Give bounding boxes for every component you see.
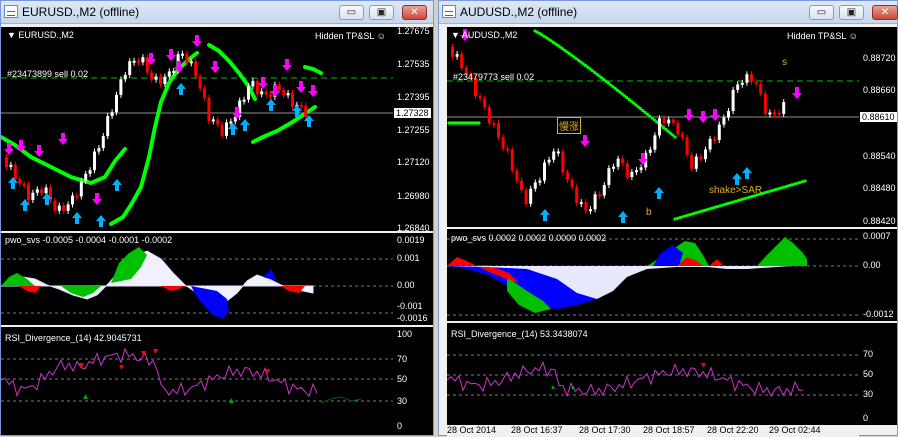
chart-window-icon bbox=[442, 5, 456, 18]
smiley-icon: ☺ bbox=[848, 31, 858, 41]
time-label: 28 Oct 18:57 bbox=[643, 425, 695, 435]
chart-window-icon bbox=[4, 5, 18, 18]
close-button[interactable]: ✕ bbox=[402, 5, 427, 20]
eurusd-rsi-pane[interactable]: RSI_Divergence_(14) 42.9045731 bbox=[1, 327, 393, 435]
eurusd-symbol-label: ▼ EURUSD.,M2 bbox=[7, 30, 74, 40]
rsi-indicator-label: RSI_Divergence_(14) 42.9045731 bbox=[5, 333, 142, 343]
audusd-rsi-pane[interactable]: RSI_Divergence_(14) 53.3438074 bbox=[447, 323, 859, 425]
eurusd-pwo-pane[interactable]: pwo_svs -0.0005 -0.0004 -0.0001 -0.0002 bbox=[1, 233, 393, 325]
current-price-box: 1.27328 bbox=[394, 108, 431, 118]
eurusd-rsi-plot bbox=[1, 347, 393, 404]
order-label: #23473899 sell 0.02 bbox=[7, 69, 89, 79]
rsi-tick: 50 bbox=[863, 369, 874, 379]
time-label: 29 Oct 02:44 bbox=[769, 425, 821, 435]
eurusd-price-plot bbox=[1, 35, 393, 227]
rsi-tick: 70 bbox=[863, 349, 874, 359]
price-tick: 1.26980 bbox=[397, 191, 430, 201]
price-tick: 0.88660 bbox=[863, 85, 896, 95]
rsi-tick: 0 bbox=[863, 413, 869, 423]
order-label: #23479773 sell 0.02 bbox=[453, 72, 535, 82]
smiley-icon: ☺ bbox=[376, 31, 386, 41]
rsi-indicator-label: RSI_Divergence_(14) 53.3438074 bbox=[451, 329, 588, 339]
price-tick: 0.88480 bbox=[863, 183, 896, 193]
current-price-box: 0.88610 bbox=[860, 112, 897, 122]
pwo-tick: -0.0016 bbox=[397, 313, 428, 323]
eurusd-chart-window[interactable]: EURUSD.,M2 (offline) ▭ ▣ ✕ ▼ EURUSD.,M2 … bbox=[0, 0, 434, 436]
price-tick: 1.27120 bbox=[397, 157, 430, 167]
eurusd-rsi-scale: 100 70 50 30 0 bbox=[393, 327, 433, 435]
price-tick: 0.88420 bbox=[863, 216, 896, 226]
rsi-divergence-arrows bbox=[701, 363, 706, 368]
price-tick: 1.26840 bbox=[397, 223, 430, 233]
price-tick: 0.88720 bbox=[863, 53, 896, 63]
pwo-tick: 0.001 bbox=[397, 253, 420, 263]
pwo-up-bars bbox=[1, 247, 147, 297]
minimize-button[interactable]: ▭ bbox=[809, 5, 834, 20]
close-button[interactable]: ✕ bbox=[872, 5, 898, 20]
price-tick: 1.27675 bbox=[397, 26, 430, 36]
audusd-symbol-label: ▼ AUDUSD.,M2 bbox=[451, 30, 518, 40]
audusd-pwo-pane[interactable]: pwo_svs 0.0002 0.0002 0.0000 0.0002 bbox=[447, 229, 859, 321]
audusd-price-scale[interactable]: 0.88720 0.88660 0.88540 0.88480 0.88420 … bbox=[859, 27, 897, 227]
pwo-tick: 0.00 bbox=[397, 280, 415, 290]
rsi-tick: 30 bbox=[863, 389, 874, 399]
time-label: 28 Oct 22:20 bbox=[707, 425, 759, 435]
time-axis[interactable]: 28 Oct 2014 28 Oct 16:37 28 Oct 17:30 28… bbox=[447, 425, 859, 437]
pwo-indicator-label: pwo_svs 0.0002 0.0002 0.0000 0.0002 bbox=[451, 233, 607, 243]
eurusd-price-scale[interactable]: 1.27675 1.27535 1.27395 1.27255 1.27120 … bbox=[393, 26, 433, 233]
audusd-chart-window[interactable]: AUDUSD.,M2 (offline) ▭ ▣ ✕ ▼ AUDUSD.,M2 … bbox=[438, 0, 898, 437]
price-tick: 1.27395 bbox=[397, 92, 430, 102]
audusd-price-plot bbox=[447, 29, 859, 223]
pwo-tick: -0.001 bbox=[397, 301, 423, 311]
eurusd-signal-arrows bbox=[4, 35, 318, 227]
hidden-tp-sl-label: Hidden TP&SL ☺ bbox=[787, 31, 858, 41]
rsi-tick: 0 bbox=[397, 421, 403, 431]
minimize-button[interactable]: ▭ bbox=[339, 5, 364, 20]
rsi-divergence-arrows bbox=[79, 349, 270, 374]
audusd-price-pane[interactable]: ▼ AUDUSD.,M2 Hidden TP&SL ☺ #23479773 se… bbox=[447, 27, 859, 227]
pwo-indicator-label: pwo_svs -0.0005 -0.0004 -0.0001 -0.0002 bbox=[5, 235, 173, 245]
audusd-pwo-scale: 0.0007 0.00 -0.0012 bbox=[859, 229, 897, 321]
price-tick: 1.27255 bbox=[397, 125, 430, 135]
rsi-tick: 30 bbox=[397, 396, 408, 406]
pwo-tick: 0.0007 bbox=[863, 231, 891, 241]
pwo-tick: 0.00 bbox=[863, 260, 881, 270]
time-label: 28 Oct 16:37 bbox=[511, 425, 563, 435]
audusd-titlebar[interactable]: AUDUSD.,M2 (offline) ▭ ▣ ✕ bbox=[439, 1, 898, 24]
annotation-box: 慢涨 bbox=[557, 117, 581, 134]
time-label: 28 Oct 17:30 bbox=[579, 425, 631, 435]
restore-button[interactable]: ▣ bbox=[369, 5, 394, 20]
restore-button[interactable]: ▣ bbox=[839, 5, 864, 20]
pwo-tick: 0.0019 bbox=[397, 235, 425, 245]
eurusd-pwo-scale: 0.0019 0.001 0.00 -0.001 -0.0016 bbox=[393, 233, 433, 325]
rsi-tick: 50 bbox=[397, 374, 408, 384]
rsi-signal-line bbox=[320, 396, 362, 404]
rsi-line bbox=[1, 347, 318, 398]
time-label: 28 Oct 2014 bbox=[447, 425, 497, 435]
eurusd-window-title: EURUSD.,M2 (offline) bbox=[22, 5, 140, 19]
eurusd-pwo-plot bbox=[1, 247, 393, 319]
annotation-shake-sar: shake>SAR bbox=[709, 185, 763, 196]
eurusd-price-pane[interactable]: ▼ EURUSD.,M2 Hidden TP&SL ☺ #23473899 se… bbox=[1, 27, 393, 231]
price-tick: 1.27535 bbox=[397, 59, 430, 69]
rsi-tick: 100 bbox=[397, 329, 413, 339]
sar-curve bbox=[303, 65, 323, 75]
audusd-rsi-scale: 70 50 30 0 bbox=[859, 323, 897, 425]
annotation-b: b bbox=[646, 207, 652, 218]
price-tick: 0.88540 bbox=[863, 151, 896, 161]
rsi-tick: 70 bbox=[397, 354, 408, 364]
rsi-line bbox=[447, 360, 804, 398]
rsi-divergence-arrows bbox=[83, 394, 234, 403]
audusd-window-title: AUDUSD.,M2 (offline) bbox=[460, 5, 578, 19]
eurusd-titlebar[interactable]: EURUSD.,M2 (offline) ▭ ▣ ✕ bbox=[1, 1, 433, 24]
pwo-tick: -0.0012 bbox=[863, 309, 894, 319]
hidden-tp-sl-label: Hidden TP&SL ☺ bbox=[315, 31, 386, 41]
annotation-s: s bbox=[782, 57, 787, 68]
